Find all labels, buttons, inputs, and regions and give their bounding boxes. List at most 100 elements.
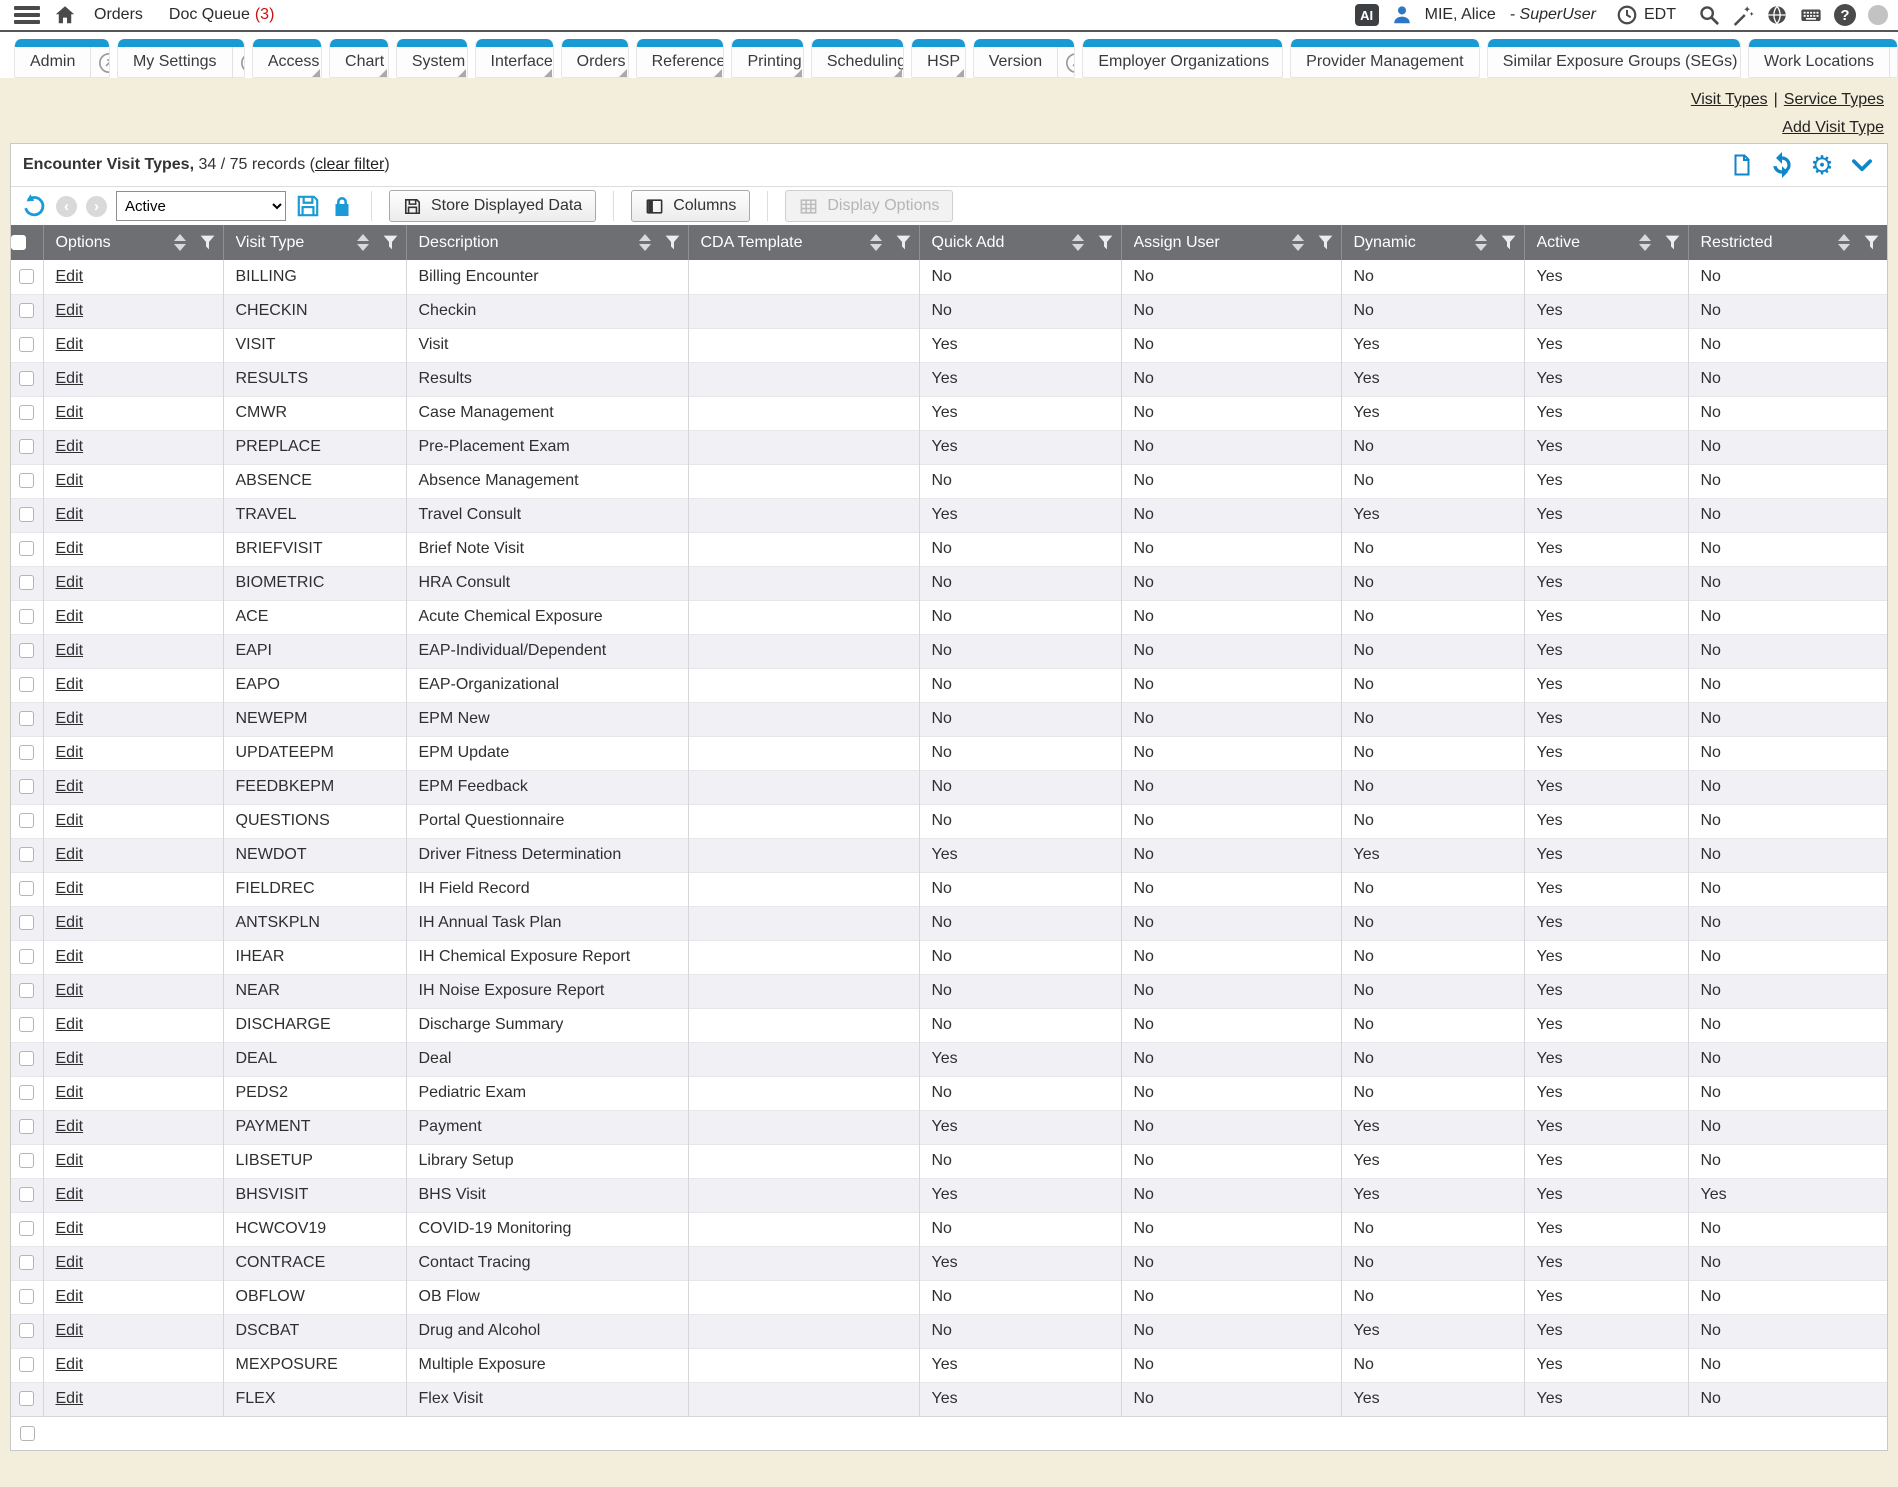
sort-icon[interactable] — [1639, 234, 1651, 251]
tab-access[interactable]: Access — [252, 39, 322, 78]
edit-link[interactable]: Edit — [56, 744, 84, 761]
row-checkbox[interactable] — [19, 745, 34, 760]
edit-link[interactable]: Edit — [56, 1050, 84, 1067]
row-checkbox[interactable] — [19, 337, 34, 352]
filter-icon[interactable] — [1665, 235, 1680, 250]
search-icon[interactable] — [1698, 4, 1720, 26]
column-header-assign-user[interactable]: Assign User — [1121, 225, 1341, 260]
new-document-icon[interactable] — [1729, 152, 1755, 178]
filter-icon[interactable] — [200, 235, 215, 250]
edit-link[interactable]: Edit — [56, 812, 84, 829]
column-header-restricted[interactable]: Restricted — [1688, 225, 1887, 260]
sort-icon[interactable] — [357, 234, 369, 251]
edit-link[interactable]: Edit — [56, 1186, 84, 1203]
edit-link[interactable]: Edit — [56, 1390, 84, 1407]
tab-scheduling[interactable]: Scheduling — [811, 39, 904, 78]
column-header-active[interactable]: Active — [1524, 225, 1688, 260]
filter-icon[interactable] — [665, 235, 680, 250]
tab-admin[interactable]: Admin — [14, 39, 110, 78]
edit-link[interactable]: Edit — [56, 608, 84, 625]
row-checkbox[interactable] — [19, 813, 34, 828]
ai-badge[interactable]: AI — [1355, 4, 1379, 26]
filter-icon[interactable] — [1098, 235, 1113, 250]
edit-link[interactable]: Edit — [56, 574, 84, 591]
magic-wand-icon[interactable] — [1732, 4, 1754, 26]
edit-link[interactable]: Edit — [56, 1084, 84, 1101]
edit-link[interactable]: Edit — [56, 404, 84, 421]
row-checkbox[interactable] — [19, 575, 34, 590]
row-checkbox[interactable] — [19, 643, 34, 658]
service-types-link[interactable]: Service Types — [1784, 91, 1884, 108]
tab-version[interactable]: Version — [973, 39, 1076, 78]
row-checkbox[interactable] — [19, 541, 34, 556]
column-header-visit-type[interactable]: Visit Type — [223, 225, 406, 260]
filter-icon[interactable] — [1864, 235, 1879, 250]
lock-icon[interactable] — [330, 194, 354, 218]
row-checkbox[interactable] — [19, 1051, 34, 1066]
row-checkbox[interactable] — [19, 1357, 34, 1372]
next-icon[interactable]: › — [86, 196, 107, 217]
row-checkbox[interactable] — [19, 269, 34, 284]
edit-link[interactable]: Edit — [56, 1016, 84, 1033]
status-filter-select[interactable]: Active — [116, 191, 286, 221]
select-all-checkbox[interactable] — [11, 235, 26, 250]
sort-icon[interactable] — [1072, 234, 1084, 251]
tab-orders[interactable]: Orders — [561, 39, 629, 78]
edit-link[interactable]: Edit — [56, 778, 84, 795]
edit-link[interactable]: Edit — [56, 540, 84, 557]
tab-reference[interactable]: Reference — [636, 39, 725, 78]
row-checkbox[interactable] — [19, 1119, 34, 1134]
edit-link[interactable]: Edit — [56, 1288, 84, 1305]
row-checkbox[interactable] — [19, 1017, 34, 1032]
edit-link[interactable]: Edit — [56, 506, 84, 523]
edit-link[interactable]: Edit — [56, 1356, 84, 1373]
sort-icon[interactable] — [1292, 234, 1304, 251]
column-header-description[interactable]: Description — [406, 225, 688, 260]
edit-link[interactable]: Edit — [56, 1118, 84, 1135]
row-checkbox[interactable] — [19, 439, 34, 454]
row-checkbox[interactable] — [19, 609, 34, 624]
filter-icon[interactable] — [383, 235, 398, 250]
sort-icon[interactable] — [1838, 234, 1850, 251]
edit-link[interactable]: Edit — [56, 982, 84, 999]
column-header-cda-template[interactable]: CDA Template — [688, 225, 919, 260]
add-visit-type-link[interactable]: Add Visit Type — [1782, 119, 1884, 136]
edit-link[interactable]: Edit — [56, 472, 84, 489]
tab-employer-organizations[interactable]: Employer Organizations — [1082, 39, 1283, 78]
edit-link[interactable]: Edit — [56, 438, 84, 455]
footer-checkbox[interactable] — [20, 1426, 35, 1441]
edit-link[interactable]: Edit — [56, 268, 84, 285]
row-checkbox[interactable] — [19, 1221, 34, 1236]
edit-link[interactable]: Edit — [56, 1254, 84, 1271]
filter-icon[interactable] — [1501, 235, 1516, 250]
tab-hsp[interactable]: HSP — [911, 39, 966, 78]
column-header-quick-add[interactable]: Quick Add — [919, 225, 1121, 260]
prev-icon[interactable]: ‹ — [56, 196, 77, 217]
edit-link[interactable]: Edit — [56, 1322, 84, 1339]
tab-printing[interactable]: Printing — [731, 39, 803, 78]
clear-filter-link[interactable]: clear filter — [315, 156, 384, 173]
sort-icon[interactable] — [639, 234, 651, 251]
tab-chart[interactable]: Chart — [329, 39, 389, 78]
edit-link[interactable]: Edit — [56, 676, 84, 693]
row-checkbox[interactable] — [19, 779, 34, 794]
edit-link[interactable]: Edit — [56, 880, 84, 897]
filter-icon[interactable] — [896, 235, 911, 250]
row-checkbox[interactable] — [19, 847, 34, 862]
user-icon[interactable] — [1391, 4, 1413, 26]
tab-work-locations[interactable]: Work Locations — [1748, 39, 1898, 78]
row-checkbox[interactable] — [19, 1187, 34, 1202]
row-checkbox[interactable] — [19, 507, 34, 522]
row-checkbox[interactable] — [19, 1255, 34, 1270]
breadcrumb-orders[interactable]: Orders — [94, 6, 143, 24]
row-checkbox[interactable] — [19, 1085, 34, 1100]
row-checkbox[interactable] — [19, 949, 34, 964]
edit-link[interactable]: Edit — [56, 914, 84, 931]
row-checkbox[interactable] — [19, 405, 34, 420]
hamburger-menu-icon[interactable] — [14, 6, 40, 24]
chevron-down-icon[interactable] — [1849, 152, 1875, 178]
row-checkbox[interactable] — [19, 1153, 34, 1168]
edit-link[interactable]: Edit — [56, 642, 84, 659]
row-checkbox[interactable] — [19, 677, 34, 692]
row-checkbox[interactable] — [19, 983, 34, 998]
